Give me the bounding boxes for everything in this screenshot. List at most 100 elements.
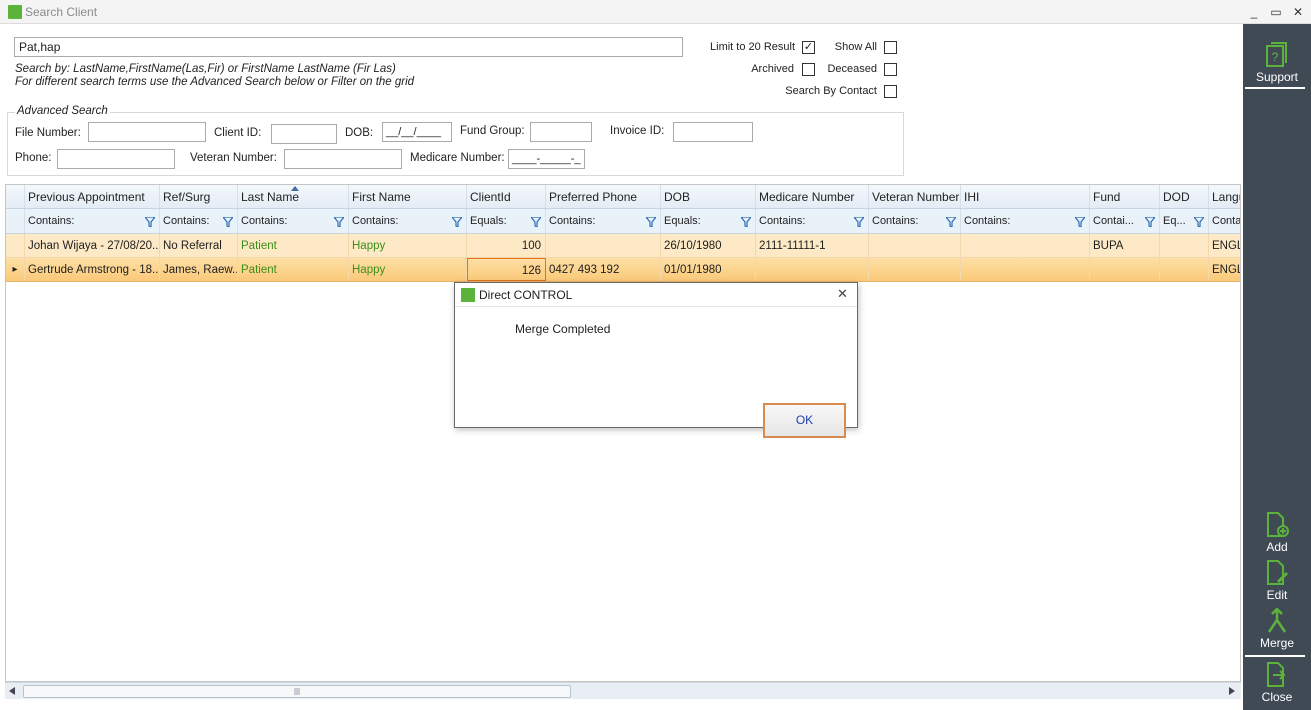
filter-icon[interactable] xyxy=(946,217,956,227)
filter-icon[interactable] xyxy=(452,217,462,227)
search-by-contact-checkbox[interactable] xyxy=(884,85,897,98)
filter-icon[interactable] xyxy=(854,217,864,227)
cell-fund[interactable] xyxy=(1090,258,1160,281)
cell-previous-appointment[interactable]: Gertrude Armstrong - 18... xyxy=(25,258,160,281)
deceased-label: Deceased xyxy=(827,63,877,75)
col-ihi[interactable]: IHI xyxy=(961,185,1090,208)
cell-dob[interactable]: 26/10/1980 xyxy=(661,234,756,257)
cell-first-name[interactable]: Happy xyxy=(349,258,467,281)
cell-client-id[interactable]: 100 xyxy=(467,234,546,257)
col-preferred-phone[interactable]: Preferred Phone xyxy=(546,185,661,208)
filter-operator: Contains: xyxy=(163,215,210,227)
filter-cell[interactable]: Contains: xyxy=(756,209,869,233)
col-fund[interactable]: Fund xyxy=(1090,185,1160,208)
cell-preferred-phone[interactable] xyxy=(546,234,661,257)
col-dob[interactable]: DOB xyxy=(661,185,756,208)
filter-operator: Equals: xyxy=(470,215,507,227)
cell-ref-surg[interactable]: James, Raew... xyxy=(160,258,238,281)
filter-cell[interactable]: Contains: xyxy=(546,209,661,233)
ok-button[interactable]: OK xyxy=(763,403,846,438)
cell-ihi[interactable] xyxy=(961,258,1090,281)
filter-cell[interactable]: Contains: xyxy=(869,209,961,233)
cell-fund[interactable]: BUPA xyxy=(1090,234,1160,257)
cell-medicare-number[interactable]: 2111-11111-1 xyxy=(756,234,869,257)
filter-cell[interactable]: Conta xyxy=(1209,209,1240,233)
col-previous-appointment[interactable]: Previous Appointment xyxy=(25,185,160,208)
dob-field[interactable]: __/__/____ xyxy=(382,122,452,142)
cell-veteran-number[interactable] xyxy=(869,258,961,281)
filter-cell[interactable]: Contains: xyxy=(961,209,1090,233)
filter-cell[interactable]: Contai... xyxy=(1090,209,1160,233)
cell-preferred-phone[interactable]: 0427 493 192 xyxy=(546,258,661,281)
scrollbar-thumb[interactable] xyxy=(23,685,571,698)
cell-medicare-number[interactable] xyxy=(756,258,869,281)
fund-group-field[interactable] xyxy=(530,122,592,142)
filter-cell[interactable]: Contains: xyxy=(160,209,238,233)
cell-veteran-number[interactable] xyxy=(869,234,961,257)
archived-checkbox[interactable] xyxy=(802,63,815,76)
filter-icon[interactable] xyxy=(1075,217,1085,227)
show-all-checkbox[interactable] xyxy=(884,41,897,54)
scroll-left-icon[interactable] xyxy=(9,687,15,695)
phone-field[interactable] xyxy=(57,149,175,169)
filter-icon[interactable] xyxy=(646,217,656,227)
filter-icon[interactable] xyxy=(1194,217,1204,227)
col-language[interactable]: Langu xyxy=(1209,185,1240,208)
edit-button[interactable]: Edit xyxy=(1243,560,1311,602)
cell-first-name[interactable]: Happy xyxy=(349,234,467,257)
col-client-id[interactable]: ClientId xyxy=(467,185,546,208)
cell-dob[interactable]: 01/01/1980 xyxy=(661,258,756,281)
close-window-button[interactable]: ✕ xyxy=(1288,3,1308,21)
cell-ref-surg[interactable]: No Referral xyxy=(160,234,238,257)
dialog-close-icon[interactable]: ✕ xyxy=(837,286,848,302)
filter-cell[interactable]: Contains: xyxy=(25,209,160,233)
filter-icon[interactable] xyxy=(223,217,233,227)
veteran-number-field[interactable] xyxy=(284,149,402,169)
filter-cell[interactable]: Contains: xyxy=(349,209,467,233)
filter-icon[interactable] xyxy=(1145,217,1155,227)
cell-language[interactable]: ENGL xyxy=(1209,258,1240,281)
col-medicare-number[interactable]: Medicare Number xyxy=(756,185,869,208)
close-label: Close xyxy=(1261,690,1293,704)
horizontal-scrollbar[interactable] xyxy=(5,682,1241,699)
cell-dod[interactable] xyxy=(1160,234,1209,257)
merge-button[interactable]: Merge xyxy=(1243,608,1311,650)
cell-language[interactable]: ENGL xyxy=(1209,234,1240,257)
limit-results-checkbox[interactable]: ✓ xyxy=(802,41,815,54)
dob-label: DOB: xyxy=(345,127,374,139)
medicare-number-field[interactable]: ____-_____-_ xyxy=(508,149,585,169)
filter-icon[interactable] xyxy=(531,217,541,227)
filter-icon[interactable] xyxy=(741,217,751,227)
col-veteran-number[interactable]: Veteran Number xyxy=(869,185,961,208)
client-id-field[interactable] xyxy=(271,124,337,144)
search-input[interactable]: Pat,hap xyxy=(14,37,683,57)
filter-cell[interactable]: Equals: xyxy=(661,209,756,233)
col-ref-surg[interactable]: Ref/Surg xyxy=(160,185,238,208)
col-dod[interactable]: DOD xyxy=(1160,185,1209,208)
deceased-checkbox[interactable] xyxy=(884,63,897,76)
scroll-right-icon[interactable] xyxy=(1229,687,1235,695)
col-first-name[interactable]: First Name xyxy=(349,185,467,208)
filter-cell[interactable]: Contains: xyxy=(238,209,349,233)
filter-icon[interactable] xyxy=(145,217,155,227)
support-button[interactable]: ? Support xyxy=(1243,42,1311,84)
filter-cell[interactable]: Eq... xyxy=(1160,209,1209,233)
cell-dod[interactable] xyxy=(1160,258,1209,281)
maximize-button[interactable]: ▭ xyxy=(1266,3,1286,21)
table-row[interactable]: Johan Wijaya - 27/08/20... No Referral P… xyxy=(6,234,1240,258)
filter-cell[interactable]: Equals: xyxy=(467,209,546,233)
clients-grid: Previous Appointment Ref/Surg Last Name … xyxy=(5,184,1241,682)
invoice-id-field[interactable] xyxy=(673,122,753,142)
cell-client-id-focused[interactable]: 126 xyxy=(467,258,546,281)
table-row-selected[interactable]: ▸ Gertrude Armstrong - 18... James, Raew… xyxy=(6,258,1240,282)
cell-last-name[interactable]: Patient xyxy=(238,258,349,281)
cell-ihi[interactable] xyxy=(961,234,1090,257)
cell-last-name[interactable]: Patient xyxy=(238,234,349,257)
cell-previous-appointment[interactable]: Johan Wijaya - 27/08/20... xyxy=(25,234,160,257)
minimize-button[interactable]: _ xyxy=(1244,3,1264,21)
add-button[interactable]: Add xyxy=(1243,512,1311,554)
filter-icon[interactable] xyxy=(334,217,344,227)
dialog-body: Merge Completed OK xyxy=(455,307,857,438)
close-button[interactable]: Close xyxy=(1243,662,1311,704)
file-number-field[interactable] xyxy=(88,122,206,142)
